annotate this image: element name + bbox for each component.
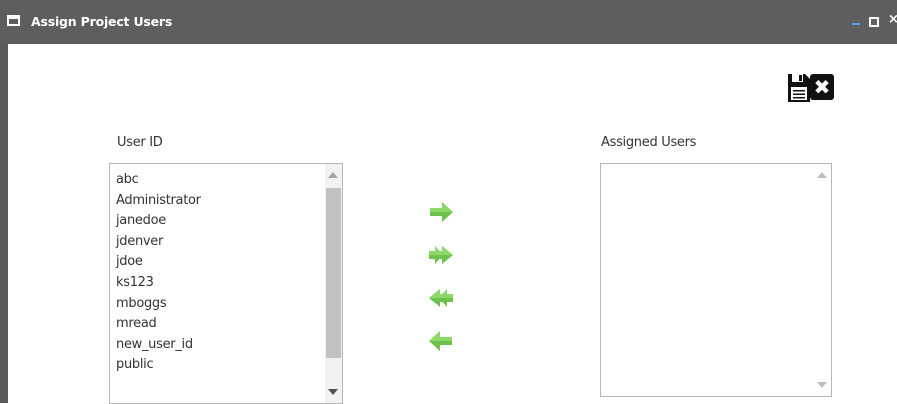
remove-user-button[interactable] bbox=[428, 330, 454, 352]
close-button[interactable]: ✖ bbox=[810, 74, 834, 100]
scroll-down-icon[interactable] bbox=[817, 382, 827, 388]
right-arrow-icon bbox=[430, 202, 453, 222]
list-item[interactable]: Administrator bbox=[116, 191, 201, 212]
list-item[interactable]: janedoe bbox=[116, 211, 201, 232]
window-title: Assign Project Users bbox=[31, 14, 173, 29]
user-list-scrollbar[interactable] bbox=[325, 164, 342, 403]
double-left-arrow-icon bbox=[429, 289, 453, 307]
list-item[interactable]: jdenver bbox=[116, 232, 201, 253]
maximize-icon[interactable] bbox=[869, 17, 879, 27]
scroll-thumb[interactable] bbox=[326, 188, 341, 358]
left-arrow-icon bbox=[429, 331, 452, 351]
remove-all-users-button[interactable] bbox=[428, 287, 454, 309]
list-item[interactable]: jdoe bbox=[116, 252, 201, 273]
window-close-icon[interactable]: × bbox=[888, 12, 897, 27]
scroll-up-icon[interactable] bbox=[328, 172, 338, 178]
double-right-arrow-icon bbox=[429, 246, 453, 264]
list-item[interactable]: mboggs bbox=[116, 294, 201, 315]
add-all-users-button[interactable] bbox=[428, 244, 454, 266]
window-icon bbox=[7, 15, 20, 26]
scroll-up-icon[interactable] bbox=[817, 172, 827, 178]
list-item[interactable]: mread bbox=[116, 314, 201, 335]
user-list: abc Administrator janedoe jdenver jdoe ks123 m… bbox=[116, 170, 201, 376]
assigned-users-listbox[interactable] bbox=[600, 163, 832, 397]
list-item[interactable]: abc bbox=[116, 170, 201, 191]
assigned-list-scrollbar[interactable] bbox=[814, 164, 831, 396]
user-id-label: User ID bbox=[117, 135, 163, 150]
save-button[interactable] bbox=[786, 73, 812, 103]
scroll-down-icon[interactable] bbox=[328, 389, 338, 395]
minimize-icon[interactable] bbox=[852, 23, 860, 25]
close-icon: ✖ bbox=[813, 75, 831, 99]
assigned-users-label: Assigned Users bbox=[601, 135, 697, 150]
add-user-button[interactable] bbox=[428, 201, 454, 223]
list-item[interactable]: ks123 bbox=[116, 273, 201, 294]
window-left-border bbox=[0, 0, 8, 403]
user-id-listbox[interactable]: abc Administrator janedoe jdenver jdoe ks123 m… bbox=[109, 163, 343, 404]
list-item[interactable]: new_user_id bbox=[116, 335, 201, 356]
list-item[interactable]: public bbox=[116, 355, 201, 376]
floppy-disk-icon bbox=[788, 74, 810, 102]
title-bar: Assign Project Users × bbox=[0, 0, 897, 44]
